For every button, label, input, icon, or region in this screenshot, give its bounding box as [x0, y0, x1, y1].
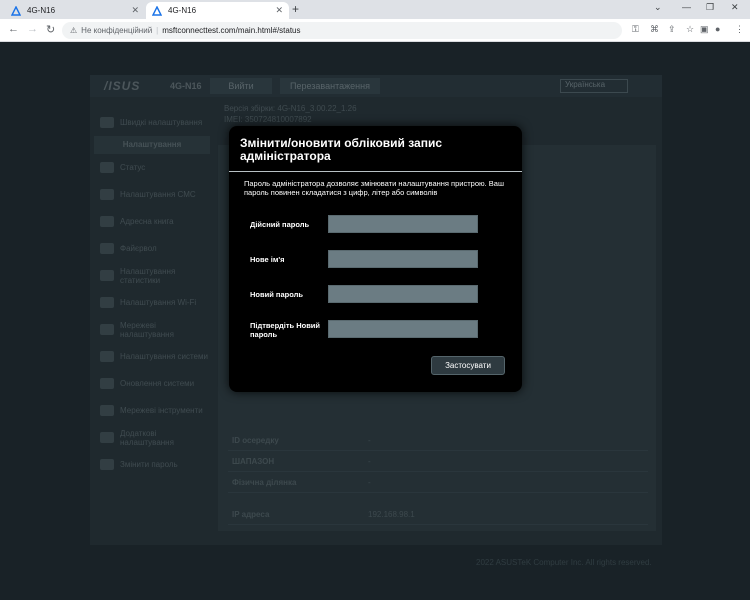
asus-favicon-icon — [151, 4, 163, 16]
new-tab-button[interactable]: + — [292, 2, 299, 16]
new-username-label: Нове ім'я — [250, 255, 285, 264]
sidepanel-icon[interactable]: ▣ — [700, 24, 709, 35]
apply-button[interactable]: Застосувати — [431, 356, 505, 375]
star-icon[interactable]: ☆ — [686, 24, 694, 35]
dialog-title: Змінити/оновити обліковий запис адмініст… — [240, 136, 443, 163]
tab-title: 4G-N16 — [27, 6, 56, 15]
current-password-label: Дійсний пароль — [250, 220, 310, 229]
divider — [229, 171, 522, 172]
url-text[interactable]: msftconnecttest.com/main.html#/status — [162, 26, 300, 35]
close-tab-icon[interactable]: ✕ — [275, 5, 283, 16]
share-icon[interactable]: ⇪ — [668, 24, 676, 35]
back-icon[interactable]: ← — [8, 23, 19, 35]
key-icon[interactable]: ⚿ — [632, 24, 639, 35]
tab-title: 4G-N16 — [168, 6, 197, 15]
asus-favicon-icon — [10, 4, 22, 16]
confirm-password-label: Підтвердіть Новий пароль — [250, 321, 321, 339]
address-bar[interactable]: ⚠ Не конфіденційний | msftconnecttest.co… — [62, 22, 622, 39]
close-window-icon[interactable]: ✕ — [731, 2, 739, 13]
browser-tab-active[interactable]: 4G-N16 ✕ — [146, 2, 289, 19]
new-password-field[interactable] — [328, 285, 478, 303]
new-password-label: Новий пароль — [250, 290, 303, 299]
warning-icon[interactable]: ⚠ — [70, 26, 77, 35]
browser-toolbar: ← → ↻ ⚠ Не конфіденційний | msftconnectt… — [0, 19, 750, 42]
confirm-password-field[interactable] — [328, 320, 478, 338]
minimize-icon[interactable]: — — [682, 2, 691, 12]
change-admin-dialog: Змінити/оновити обліковий запис адмініст… — [229, 126, 522, 392]
restore-icon[interactable]: ❐ — [706, 2, 714, 13]
browser-tab[interactable]: 4G-N16 ✕ — [5, 2, 145, 19]
close-tab-icon[interactable]: ✕ — [131, 5, 139, 16]
dialog-description: Пароль адміністратора дозволяє змінювати… — [244, 179, 504, 197]
new-username-field[interactable] — [328, 250, 478, 268]
translate-icon[interactable]: ⌘ — [650, 24, 659, 35]
menu-icon[interactable]: ⋮ — [735, 24, 744, 35]
separator: | — [156, 26, 159, 35]
profile-icon[interactable]: ● — [715, 24, 720, 34]
security-label[interactable]: Не конфіденційний — [81, 26, 152, 35]
chevron-down-icon[interactable]: ⌄ — [654, 2, 662, 13]
browser-tab-bar: 4G-N16 ✕ 4G-N16 ✕ + ⌄ — ❐ ✕ — [0, 0, 750, 19]
current-password-field[interactable] — [328, 215, 478, 233]
forward-icon[interactable]: → — [27, 23, 38, 35]
reload-icon[interactable]: ↻ — [46, 23, 55, 36]
